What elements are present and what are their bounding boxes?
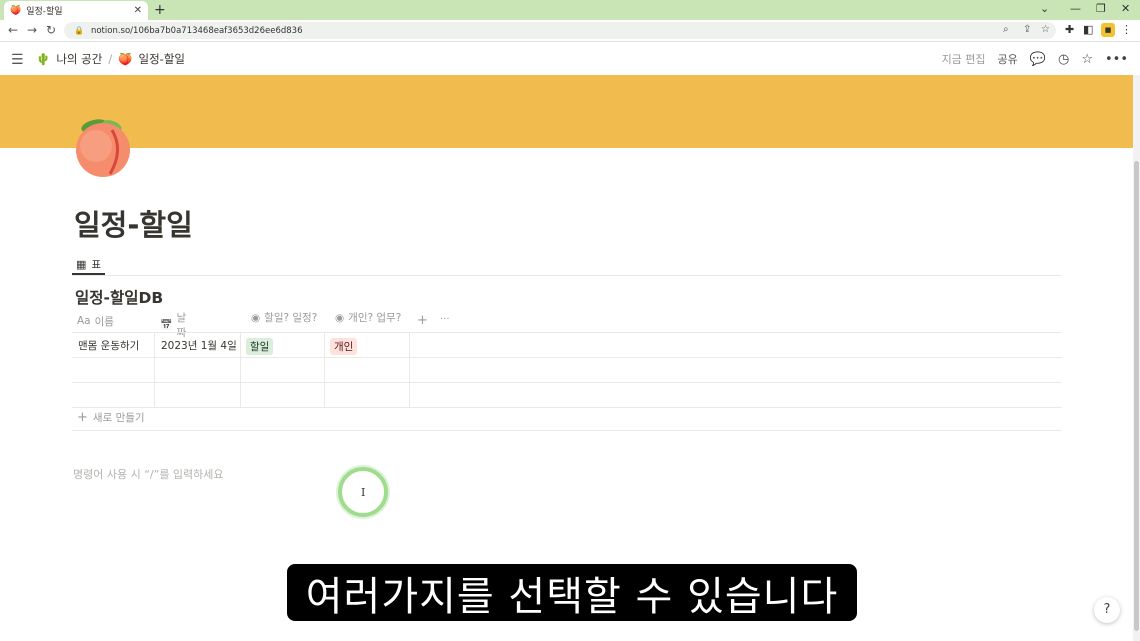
scrollbar-thumb[interactable] — [1134, 161, 1139, 631]
new-tab-button[interactable]: + — [154, 2, 166, 18]
tab-close-icon[interactable]: ✕ — [134, 5, 142, 16]
breadcrumb: 🌵 나의 공간 / 🍑 일정-할일 — [36, 51, 185, 67]
cursor-highlight: I — [338, 467, 388, 517]
view-tab-label: 표 — [91, 258, 102, 271]
row-divider — [72, 430, 1062, 431]
forward-icon[interactable]: → — [27, 23, 37, 37]
text-cursor-icon: I — [361, 486, 366, 499]
select-property-icon: ◉ — [251, 311, 261, 324]
plus-icon: + — [77, 410, 88, 425]
table-icon: ▦ — [76, 257, 87, 271]
table-header: Aa 이름 📅 날짜 ◉ 할일? 일정? ◉ 개인? 업무? + ··· — [72, 310, 450, 340]
new-row-button[interactable]: + 새로 만들기 — [77, 410, 145, 425]
tab-favicon-peach-icon: 🍑 — [10, 5, 22, 16]
restore-icon[interactable]: ❐ — [1096, 2, 1106, 15]
database-title[interactable]: 일정-할일DB — [75, 286, 163, 308]
column-divider — [409, 332, 410, 407]
history-clock-icon[interactable]: ◷ — [1058, 52, 1069, 67]
extensions-puzzle-icon[interactable]: ✚ — [1065, 23, 1074, 36]
side-panel-icon[interactable]: ◧ — [1083, 23, 1093, 36]
more-options-icon[interactable]: ··· — [440, 314, 450, 325]
tab-title: 일정-할일 — [26, 7, 63, 17]
column-header-date[interactable]: 📅 날짜 — [72, 310, 186, 340]
browser-menu-icon[interactable]: ⋮ — [1121, 23, 1132, 36]
minimize-icon[interactable]: — — [1070, 2, 1081, 15]
scrollbar[interactable] — [1133, 75, 1140, 641]
browser-tab[interactable]: 🍑 일정-할일 ✕ — [4, 1, 148, 20]
column-header-type[interactable]: ◉ 할일? 일정? — [246, 310, 332, 325]
video-subtitle: 여러가지를 선택할 수 있습니다 — [287, 564, 857, 621]
extension-badge-icon[interactable]: ■ — [1101, 23, 1115, 37]
topbar-actions: 지금 편집 공유 💬 ◷ ☆ ••• — [942, 51, 1128, 67]
page-cover[interactable] — [0, 75, 1134, 148]
comment-icon[interactable]: 💬 — [1030, 52, 1046, 67]
add-column-button[interactable]: + — [417, 313, 428, 328]
share-button[interactable]: 공유 — [998, 51, 1018, 67]
share-page-icon[interactable]: ⇪ — [1023, 24, 1031, 35]
row-divider — [72, 407, 1062, 408]
url-input[interactable]: 🔒 notion.so/106ba7b0a713468eaf3653d26ee6… — [64, 22, 1056, 39]
url-text: notion.so/106ba7b0a713468eaf3653d26ee6d8… — [90, 25, 303, 36]
sidebar-menu-icon[interactable]: ☰ — [11, 52, 24, 68]
zoom-icon[interactable]: ⌕ — [1003, 24, 1009, 35]
page-peach-icon: 🍑 — [118, 52, 133, 66]
breadcrumb-separator: / — [108, 52, 113, 66]
address-bar: ← → ↻ 🔒 notion.so/106ba7b0a713468eaf3653… — [0, 20, 1140, 42]
notion-topbar: ☰ 🌵 나의 공간 / 🍑 일정-할일 지금 편집 공유 💬 ◷ ☆ ••• — [0, 43, 1140, 75]
favorite-star-icon[interactable]: ☆ — [1081, 52, 1093, 67]
edited-status: 지금 편집 — [941, 53, 986, 66]
table-cell-date[interactable]: 2023년 1월 4일 — [161, 338, 237, 353]
page-title[interactable]: 일정-할일 — [74, 202, 193, 244]
view-tab-table[interactable]: ▦ 표 — [72, 255, 106, 275]
row-divider — [72, 382, 1062, 383]
workspace-cactus-icon: 🌵 — [36, 52, 51, 66]
block-placeholder[interactable]: 명령어 사용 시 “/”를 입력하세요 — [73, 466, 224, 482]
page-peach-icon[interactable] — [72, 116, 134, 178]
view-divider — [72, 275, 1062, 276]
tag-todo: 할일 — [246, 338, 274, 355]
back-icon[interactable]: ← — [8, 23, 18, 37]
row-divider — [72, 332, 1062, 333]
select-property-icon: ◉ — [335, 311, 345, 324]
column-divider — [240, 332, 241, 407]
column-header-category[interactable]: ◉ 개인? 업무? — [330, 310, 420, 325]
lock-icon: 🔒 — [74, 26, 84, 35]
calendar-icon: 📅 — [160, 319, 173, 331]
breadcrumb-page[interactable]: 일정-할일 — [139, 51, 185, 67]
table-cell-type[interactable]: 할일 — [246, 338, 274, 355]
breadcrumb-workspace[interactable]: 나의 공간 — [56, 51, 102, 67]
more-options-icon[interactable]: ••• — [1105, 52, 1128, 67]
column-divider — [324, 332, 325, 407]
reload-icon[interactable]: ↻ — [46, 23, 56, 37]
table-cell-name[interactable]: 맨몸 운동하기 — [78, 338, 139, 353]
browser-tab-strip: 🍑 일정-할일 ✕ + ⌄ — ❐ ✕ — [0, 0, 1140, 20]
help-button[interactable]: ? — [1094, 597, 1120, 623]
table-cell-category[interactable]: 개인 — [330, 338, 358, 355]
column-divider — [154, 332, 155, 407]
window-close-icon[interactable]: ✕ — [1121, 2, 1130, 15]
tab-search-chevron-icon[interactable]: ⌄ — [1040, 2, 1049, 15]
bookmark-star-icon[interactable]: ☆ — [1041, 24, 1050, 35]
row-divider — [72, 357, 1062, 358]
tag-personal: 개인 — [330, 338, 358, 355]
